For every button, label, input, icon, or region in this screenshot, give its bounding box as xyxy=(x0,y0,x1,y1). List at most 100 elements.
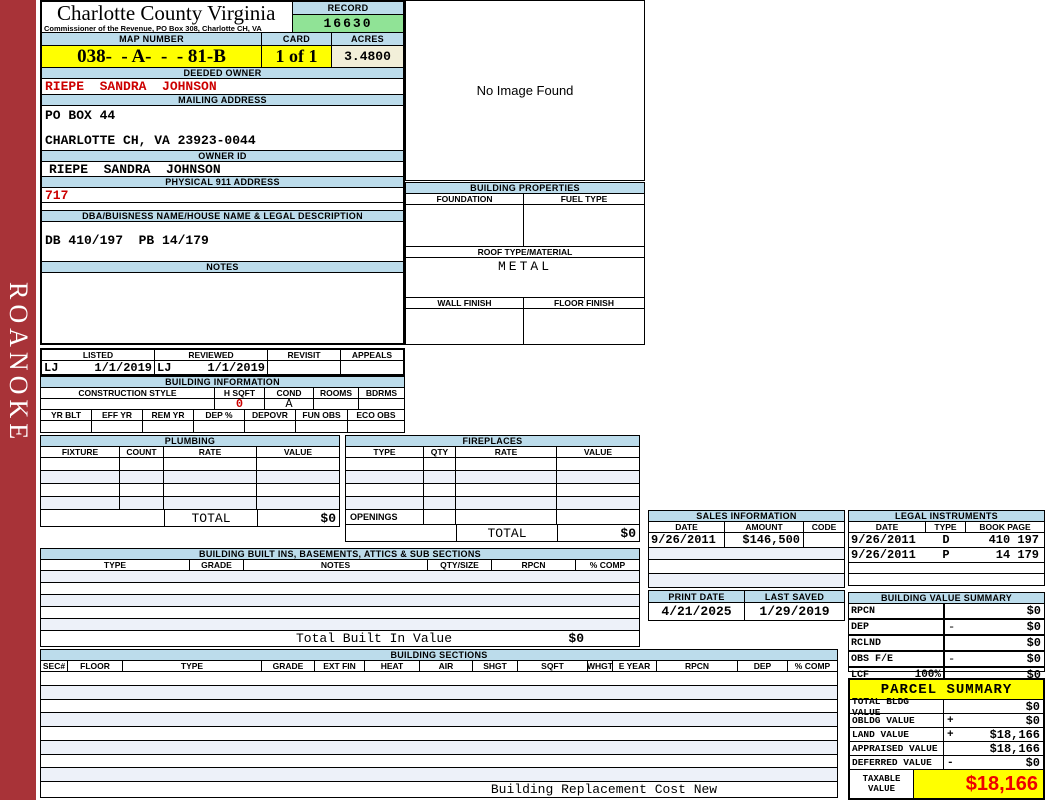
fireplaces-qty-label: QTY xyxy=(424,447,456,457)
sec-grade-label: GRADE xyxy=(262,661,315,671)
fireplaces-total-label: TOTAL xyxy=(457,525,558,541)
building-section-row xyxy=(41,768,837,782)
built-ins-rpcn-label: RPCN xyxy=(492,560,576,570)
funobs-label: FUN OBS xyxy=(296,410,348,420)
card-label: CARD xyxy=(262,33,332,45)
taxable-value-row: TAXABLE VALUE $18,166 xyxy=(850,770,1043,798)
built-ins-row xyxy=(41,619,639,631)
legal-title: LEGAL INSTRUMENTS xyxy=(849,511,1044,522)
wall-finish-value xyxy=(406,309,524,344)
ps-label: APPRAISED VALUE xyxy=(850,742,944,755)
vs-value: $0 xyxy=(1027,652,1044,666)
sales-row: 9/26/2011 $146,500 xyxy=(649,533,844,548)
sec-eyear-label: E YEAR xyxy=(613,661,657,671)
ps-label: TOTAL BLDG VALUE xyxy=(850,700,944,713)
physical-address-label: PHYSICAL 911 ADDRESS xyxy=(42,177,403,188)
owner-panel: Charlotte County Virginia Commissioner o… xyxy=(40,0,405,345)
fireplaces-table: FIREPLACES TYPE QTY RATE VALUE OPENINGS … xyxy=(345,435,640,542)
legal-instruments-table: LEGAL INSTRUMENTS DATE TYPE BOOK PAGE 9/… xyxy=(848,510,1045,586)
value-summary-row: RPCN $0 xyxy=(849,604,1044,620)
plumbing-total-value: $0 xyxy=(258,510,339,526)
plumbing-table: PLUMBING FIXTURE COUNT RATE VALUE TOTAL … xyxy=(40,435,340,527)
ps-label: OBLDG VALUE xyxy=(850,714,944,727)
deeded-owner-value: RIEPE SANDRA JOHNSON xyxy=(42,79,403,95)
print-info-table: PRINT DATE LAST SAVED 4/21/2025 1/29/201… xyxy=(648,590,845,621)
property-image-panel: No Image Found xyxy=(405,0,645,181)
wall-floor-values xyxy=(406,309,644,344)
wall-finish-label: WALL FINISH xyxy=(406,298,524,308)
legal-type-label: TYPE xyxy=(926,522,966,532)
legal-row: 9/26/2011 D 410 197 xyxy=(849,533,1044,548)
print-date-value: 4/21/2025 xyxy=(649,603,745,620)
vs-value: $0 xyxy=(1027,636,1044,650)
sec-sqft-label: SQFT xyxy=(518,661,588,671)
legal-bookpage: 410 197 xyxy=(966,533,1044,547)
depovr-value xyxy=(245,421,296,432)
county-header: Charlotte County Virginia Commissioner o… xyxy=(42,2,293,32)
card-value: 1 of 1 xyxy=(262,46,332,67)
effyr-label: EFF YR xyxy=(92,410,143,420)
building-properties-table: BUILDING PROPERTIES FOUNDATION FUEL TYPE… xyxy=(405,182,645,345)
legal-bookpage: 14 179 xyxy=(966,548,1044,562)
built-ins-row xyxy=(41,583,639,595)
vs-label: RCLND xyxy=(851,638,881,649)
yrblt-value xyxy=(41,421,92,432)
plumbing-title: PLUMBING xyxy=(41,436,339,447)
fireplaces-total-value: $0 xyxy=(558,525,639,541)
fireplaces-total-row: TOTAL $0 xyxy=(346,525,639,541)
sec-air-label: AIR xyxy=(420,661,473,671)
ps-label: DEFERRED VALUE xyxy=(850,756,944,769)
sec-heat-label: HEAT xyxy=(365,661,420,671)
built-ins-total-value: $0 xyxy=(568,631,584,646)
building-section-row xyxy=(41,727,837,741)
plumbing-row xyxy=(41,458,339,471)
dep-pct-label: DEP % xyxy=(194,410,245,420)
sale-date: 9/26/2011 xyxy=(649,533,725,547)
listed-by: LJ xyxy=(44,361,58,375)
floor-finish-value xyxy=(524,309,644,344)
openings-label: OPENINGS xyxy=(346,510,424,524)
remyr-value xyxy=(143,421,194,432)
plumbing-row xyxy=(41,471,339,484)
building-section-row xyxy=(41,700,837,714)
ps-value: $0 xyxy=(1026,700,1043,714)
last-saved-label: LAST SAVED xyxy=(745,591,844,602)
value-summary-row: DEP - $0 xyxy=(849,620,1044,636)
sale-amount: $146,500 xyxy=(725,533,804,547)
appeals-label: APPEALS xyxy=(341,350,403,360)
plumbing-rate-label: RATE xyxy=(164,447,257,457)
building-sections-table: BUILDING SECTIONS SEC# FLOOR TYPE GRADE … xyxy=(40,649,838,798)
sec-whgt-label: WHGT xyxy=(588,661,613,671)
vs-label: DEP xyxy=(851,622,869,633)
built-ins-qtysize-label: QTY/SIZE xyxy=(428,560,492,570)
ps-op: - xyxy=(944,757,956,769)
reviewed-date: 1/1/2019 xyxy=(207,361,265,375)
building-info-table: BUILDING INFORMATION CONSTRUCTION STYLE … xyxy=(40,376,405,433)
legal-type: D xyxy=(926,533,966,547)
plumbing-count-label: COUNT xyxy=(120,447,164,457)
parcel-summary-row: TOTAL BLDG VALUE $0 xyxy=(850,700,1043,714)
legal-date: 9/26/2011 xyxy=(849,533,926,547)
dba-legal-label: DBA/BUISNESS NAME/HOUSE NAME & LEGAL DES… xyxy=(42,211,403,222)
built-ins-row xyxy=(41,571,639,583)
vs-op: - xyxy=(945,620,957,634)
record-value: 16630 xyxy=(293,15,403,32)
floor-finish-label: FLOOR FINISH xyxy=(524,298,644,308)
ps-value: $0 xyxy=(1026,756,1043,770)
building-properties-title: BUILDING PROPERTIES xyxy=(406,183,644,194)
taxable-label-line2: VALUE xyxy=(868,784,895,794)
building-section-row xyxy=(41,741,837,755)
building-section-row xyxy=(41,686,837,700)
revisit-cell xyxy=(268,361,341,375)
sec-rpcn-label: RPCN xyxy=(657,661,738,671)
building-value-summary: BUILDING VALUE SUMMARY RPCN $0 DEP - $0 xyxy=(848,592,1045,672)
map-number-label: MAP NUMBER xyxy=(42,33,262,45)
fuel-type-label: FUEL TYPE xyxy=(524,194,644,204)
ps-op: + xyxy=(944,729,956,741)
fireplaces-row xyxy=(346,484,639,497)
print-date-label: PRINT DATE xyxy=(649,591,745,602)
mailing-address-block: PO BOX 44 CHARLOTTE CH, VA 23923-0044 xyxy=(42,106,403,151)
fuel-type-value xyxy=(524,205,644,246)
reviewed-label: REVIEWED xyxy=(155,350,268,360)
ps-value: $18,166 xyxy=(990,728,1043,742)
